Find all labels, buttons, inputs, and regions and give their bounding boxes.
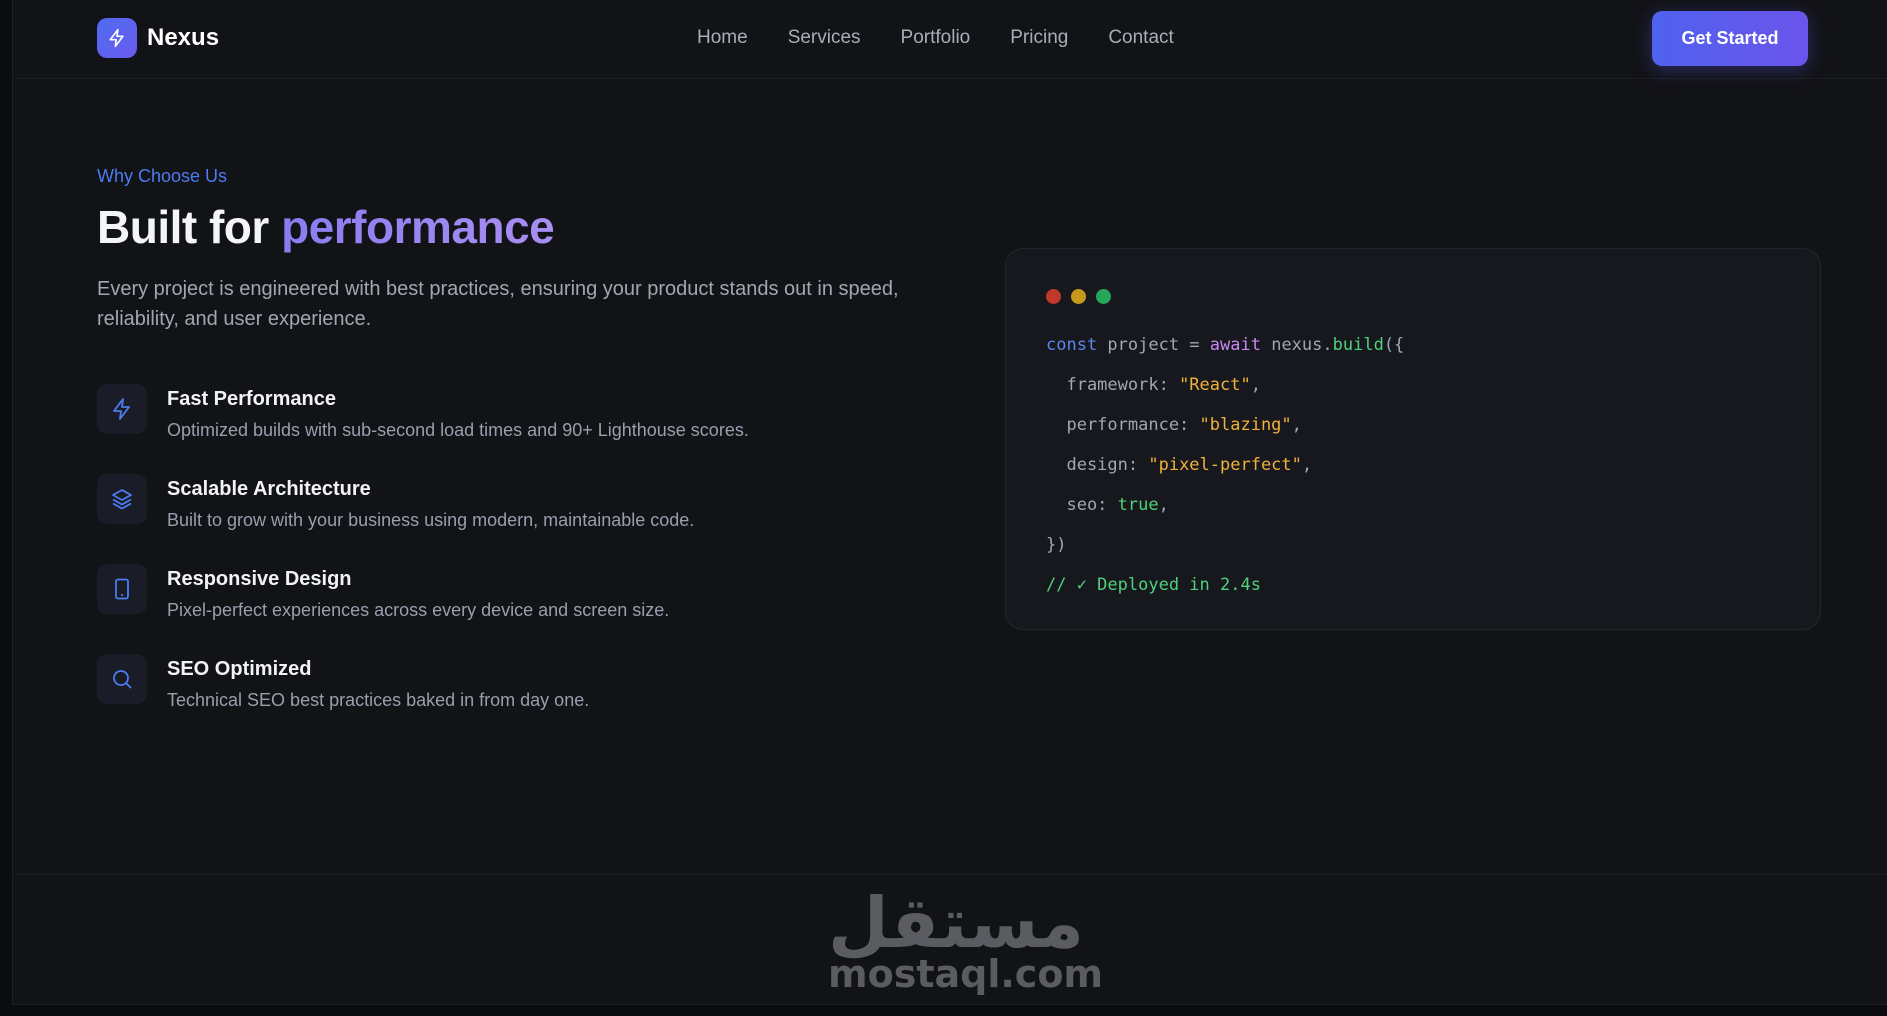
code-key: performance: — [1046, 415, 1200, 435]
bolt-icon — [97, 18, 137, 58]
search-icon — [97, 654, 147, 704]
mobile-icon — [97, 564, 147, 614]
window-controls — [1046, 289, 1111, 304]
title-accent: performance — [281, 201, 555, 253]
watermark-latin: mostaql.com — [828, 952, 1104, 996]
code-text: , — [1250, 375, 1261, 395]
code-keyword: const — [1046, 335, 1098, 355]
feature-list: Fast Performance Optimized builds with s… — [97, 384, 957, 744]
code-function: build — [1332, 335, 1384, 355]
window-dot-green — [1096, 289, 1111, 304]
nav-pricing[interactable]: Pricing — [1010, 27, 1068, 49]
code-key: seo: — [1046, 495, 1118, 515]
nav-portfolio[interactable]: Portfolio — [901, 27, 971, 49]
code-text: , — [1291, 415, 1302, 435]
section-eyebrow: Why Choose Us — [97, 166, 228, 186]
code-key: framework: — [1046, 375, 1180, 395]
feature-title: SEO Optimized — [167, 658, 312, 680]
code-text: }) — [1046, 535, 1067, 555]
title-plain: Built for — [97, 201, 282, 253]
page-title: Built for performance — [97, 200, 555, 254]
feature-title: Fast Performance — [167, 388, 336, 410]
main-nav: Home Services Portfolio Pricing Contact — [697, 27, 1214, 49]
feature-desc: Technical SEO best practices baked in fr… — [167, 690, 590, 710]
brand-name: Nexus — [147, 24, 220, 51]
feature-title: Responsive Design — [167, 568, 352, 590]
window-dot-yellow — [1071, 289, 1086, 304]
site-header: Nexus Home Services Portfolio Pricing Co… — [13, 0, 1887, 79]
code-text: , — [1301, 455, 1313, 475]
window-dot-red — [1046, 289, 1061, 304]
feature-item: Responsive Design Pixel-perfect experien… — [97, 564, 957, 654]
nav-contact[interactable]: Contact — [1108, 27, 1173, 49]
page-frame: Nexus Home Services Portfolio Pricing Co… — [12, 0, 1887, 1005]
code-string: "blazing" — [1199, 415, 1292, 435]
code-snippet: const project = await nexus.build({ fram… — [1046, 325, 1404, 605]
feature-desc: Pixel-perfect experiences across every d… — [167, 600, 670, 620]
hero-lead: Every project is engineered with best pr… — [97, 278, 899, 330]
code-boolean: true — [1117, 495, 1159, 515]
get-started-button[interactable]: Get Started — [1652, 11, 1808, 66]
bolt-icon — [97, 384, 147, 434]
feature-desc: Built to grow with your business using m… — [167, 510, 695, 530]
code-text: nexus. — [1260, 335, 1333, 355]
feature-item: Fast Performance Optimized builds with s… — [97, 384, 957, 474]
brand-logo[interactable]: Nexus — [97, 18, 219, 58]
nav-services[interactable]: Services — [788, 27, 861, 49]
code-keyword: await — [1209, 335, 1261, 355]
nav-home[interactable]: Home — [697, 27, 748, 49]
feature-item: SEO Optimized Technical SEO best practic… — [97, 654, 957, 744]
feature-desc: Optimized builds with sub-second load ti… — [167, 420, 749, 440]
feature-item: Scalable Architecture Built to grow with… — [97, 474, 957, 564]
code-key: design: — [1046, 455, 1149, 475]
layers-icon — [97, 474, 147, 524]
code-text: project = — [1097, 335, 1210, 355]
code-text: ({ — [1383, 335, 1405, 355]
code-text: , — [1158, 495, 1169, 515]
watermark-arabic: مستقل — [828, 882, 1085, 964]
code-string: "React" — [1179, 375, 1251, 395]
code-preview-card: const project = await nexus.build({ fram… — [1005, 248, 1821, 630]
feature-title: Scalable Architecture — [167, 478, 371, 500]
code-comment: // ✓ Deployed in 2.4s — [1046, 575, 1261, 595]
code-string: "pixel-perfect" — [1148, 455, 1302, 475]
